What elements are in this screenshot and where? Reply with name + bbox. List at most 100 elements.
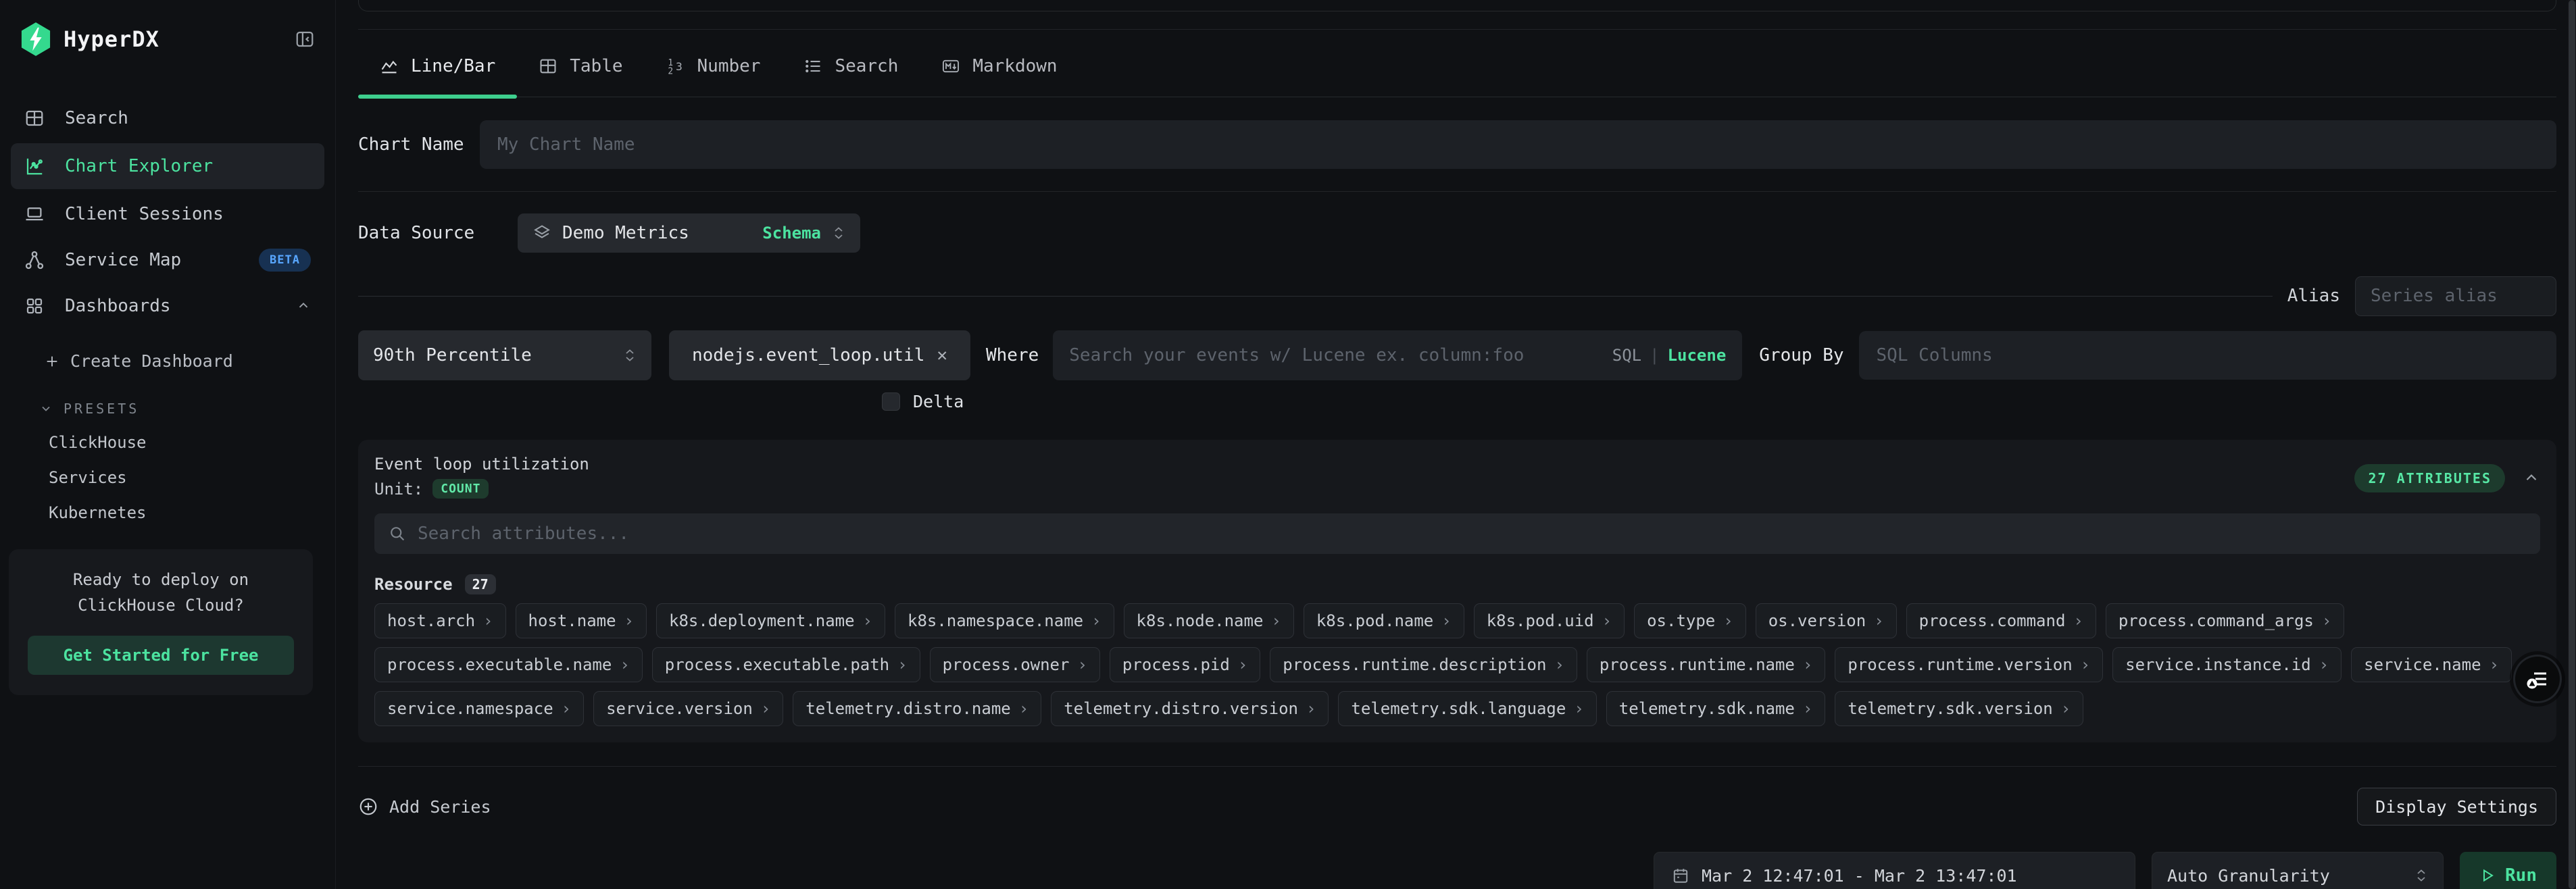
attribute-tag[interactable]: k8s.pod.uid›	[1474, 603, 1625, 638]
where-input-shell: SQL | Lucene	[1053, 330, 1742, 380]
attribute-tag[interactable]: process.runtime.name›	[1587, 647, 1825, 682]
attribute-tag-row: host.arch› host.name› k8s.deployment.name›…	[374, 603, 2540, 638]
time-range-picker[interactable]: Mar 2 12:47:01 - Mar 2 13:47:01	[1654, 852, 2135, 889]
chevron-down-icon	[39, 402, 53, 415]
sql-option[interactable]: SQL	[1612, 346, 1641, 365]
sidebar-item-client-sessions[interactable]: Client Sessions	[11, 193, 324, 235]
attribute-tag[interactable]: service.version›	[593, 691, 783, 726]
delta-checkbox[interactable]	[882, 392, 900, 411]
tab-search[interactable]: Search	[782, 56, 920, 97]
where-search-input[interactable]	[1069, 345, 1612, 365]
attribute-tag[interactable]: telemetry.distro.name›	[793, 691, 1041, 726]
run-button[interactable]: Run	[2460, 852, 2556, 889]
svg-text:3: 3	[676, 60, 683, 73]
select-chevrons-icon	[832, 226, 845, 240]
attribute-tag-label: process.owner	[943, 655, 1070, 674]
chevron-right-icon: ›	[2081, 655, 2090, 674]
granularity-value: Auto Granularity	[2167, 866, 2330, 886]
chevron-right-icon: ›	[1441, 611, 1451, 630]
attribute-tag[interactable]: telemetry.sdk.language›	[1338, 691, 1596, 726]
sidebar-item-chart-explorer[interactable]: Chart Explorer	[11, 143, 324, 189]
sidebar-item-label: Dashboards	[65, 296, 171, 316]
chevron-right-icon: ›	[2322, 611, 2331, 630]
group-by-input[interactable]	[1859, 331, 2556, 380]
sidebar-item-label: Chart Explorer	[65, 156, 213, 176]
attribute-tag[interactable]: telemetry.sdk.version›	[1835, 691, 2083, 726]
get-started-button[interactable]: Get Started for Free	[28, 636, 294, 675]
attribute-tag[interactable]: k8s.deployment.name›	[656, 603, 885, 638]
alias-label: Alias	[2287, 286, 2340, 306]
chevron-right-icon: ›	[863, 611, 872, 630]
attribute-tag[interactable]: service.name›	[2351, 647, 2512, 682]
unit-label: Unit:	[374, 480, 423, 499]
display-settings-button[interactable]: Display Settings	[2357, 788, 2556, 825]
chevron-right-icon: ›	[2490, 655, 2499, 674]
sidebar-collapse-icon[interactable]	[295, 29, 315, 49]
chart-name-label: Chart Name	[358, 134, 480, 155]
attribute-tag[interactable]: service.namespace›	[374, 691, 584, 726]
create-dashboard-button[interactable]: Create Dashboard	[45, 351, 335, 371]
attribute-tag[interactable]: process.runtime.description›	[1270, 647, 1577, 682]
attribute-tag[interactable]: k8s.node.name›	[1124, 603, 1294, 638]
chevron-right-icon: ›	[1077, 655, 1087, 674]
chart-name-input[interactable]	[480, 120, 2556, 169]
chevron-right-icon: ›	[1091, 611, 1101, 630]
scrollbar-thumb[interactable]	[2569, 0, 2575, 889]
where-label: Where	[986, 345, 1039, 365]
sidebar-item-service-map[interactable]: Service Map BETA	[11, 239, 324, 281]
aggregation-select[interactable]: 90th Percentile	[358, 330, 651, 380]
attribute-tag[interactable]: telemetry.sdk.name›	[1606, 691, 1826, 726]
close-icon[interactable]: ✕	[937, 345, 947, 365]
attribute-tag[interactable]: service.instance.id›	[2112, 647, 2342, 682]
lucene-option[interactable]: Lucene	[1668, 346, 1727, 365]
chevron-right-icon: ›	[1874, 611, 1883, 630]
presets-toggle[interactable]: PRESETS	[39, 401, 335, 417]
attribute-tag[interactable]: process.command›	[1906, 603, 2096, 638]
preset-services[interactable]: Services	[49, 468, 335, 487]
chart-type-tabs: Line/Bar Table 123 Number Search Markdow…	[358, 39, 2556, 97]
granularity-select[interactable]: Auto Granularity	[2152, 852, 2444, 889]
metric-tag[interactable]: nodejs.event_loop.util ✕	[669, 330, 970, 380]
series-alias-input[interactable]	[2355, 276, 2556, 316]
attribute-tag-label: telemetry.distro.version	[1064, 699, 1298, 718]
attribute-tag[interactable]: process.runtime.version›	[1835, 647, 2103, 682]
tab-table[interactable]: Table	[517, 56, 644, 97]
attribute-tag[interactable]: k8s.namespace.name ›	[895, 603, 1114, 638]
markdown-icon	[941, 57, 960, 76]
preset-clickhouse[interactable]: ClickHouse	[49, 433, 335, 452]
sidebar-item-search[interactable]: Search	[11, 97, 324, 139]
data-source-select[interactable]: Demo Metrics Schema	[518, 213, 860, 253]
divider	[358, 296, 2273, 297]
collapse-panel-icon[interactable]	[2523, 469, 2540, 487]
floating-widget-button[interactable]	[2515, 657, 2560, 701]
attribute-search	[374, 513, 2540, 554]
number-123-icon: 123	[666, 57, 685, 76]
tab-number[interactable]: 123 Number	[645, 56, 783, 97]
attribute-tag[interactable]: os.version›	[1756, 603, 1897, 638]
sidebar-item-dashboards[interactable]: Dashboards	[11, 285, 324, 327]
sidebar-nav: Search Chart Explorer Client Sessions Se…	[0, 97, 335, 327]
attribute-tag[interactable]: host.name›	[516, 603, 647, 638]
preset-kubernetes[interactable]: Kubernetes	[49, 503, 335, 522]
attribute-tag[interactable]: process.executable.path›	[652, 647, 920, 682]
attribute-tag[interactable]: telemetry.distro.version›	[1051, 691, 1329, 726]
attribute-tag[interactable]: process.pid›	[1110, 647, 1260, 682]
attribute-search-input[interactable]	[374, 513, 2540, 554]
attribute-tag[interactable]: k8s.pod.name›	[1304, 603, 1464, 638]
attribute-tag-label: process.pid	[1122, 655, 1230, 674]
attribute-tag[interactable]: process.command_args›	[2106, 603, 2344, 638]
resource-count-badge: 27	[465, 574, 496, 594]
add-series-button[interactable]: Add Series	[358, 796, 491, 817]
query-language-toggle[interactable]: SQL | Lucene	[1612, 346, 1727, 365]
attribute-tag[interactable]: os.type›	[1634, 603, 1746, 638]
attribute-tag-label: k8s.namespace.name	[908, 611, 1083, 630]
attribute-tag-label: process.executable.name	[387, 655, 612, 674]
schema-link[interactable]: Schema	[762, 224, 821, 243]
tab-line-bar[interactable]: Line/Bar	[358, 56, 517, 97]
attribute-tag-label: telemetry.sdk.language	[1351, 699, 1566, 718]
tab-markdown[interactable]: Markdown	[920, 56, 1079, 97]
attribute-tag[interactable]: process.executable.name›	[374, 647, 643, 682]
attribute-tag[interactable]: host.arch›	[374, 603, 506, 638]
attribute-tag[interactable]: process.owner ›	[930, 647, 1100, 682]
chevron-right-icon: ›	[1803, 655, 1812, 674]
